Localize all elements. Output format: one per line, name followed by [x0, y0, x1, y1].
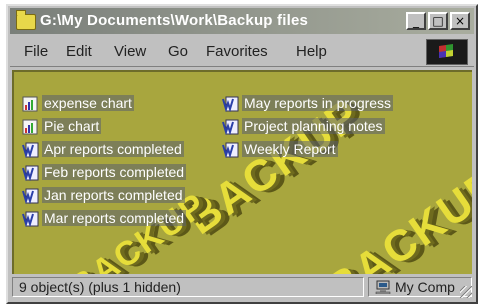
file-name: Apr reports completed — [42, 141, 184, 157]
close-button[interactable]: × — [450, 12, 470, 30]
file-name: Mar reports completed — [42, 210, 187, 226]
menu-bar: File Edit View Go Favorites Help — [10, 36, 474, 67]
maximize-button[interactable]: □ — [428, 12, 448, 30]
explorer-window: G:\My Documents\Work\Backup files _ □ × … — [6, 4, 478, 304]
menu-edit[interactable]: Edit — [66, 43, 92, 60]
word-document-icon — [22, 142, 39, 158]
file-name: Pie chart — [42, 118, 102, 134]
menu-favorites[interactable]: Favorites — [206, 43, 268, 60]
minimize-button[interactable]: _ — [406, 12, 426, 30]
file-name: Jan reports completed — [42, 187, 185, 203]
file-name: Weekly Report — [242, 141, 338, 157]
window-title: G:\My Documents\Work\Backup files — [40, 12, 309, 29]
word-document-icon — [22, 188, 39, 204]
file-name: Feb reports completed — [42, 164, 187, 180]
chart-document-icon — [22, 96, 38, 112]
watermark-text: BACKUP — [317, 159, 472, 278]
status-location: My Comp — [368, 277, 472, 297]
windows-logo-icon — [426, 39, 468, 65]
location-label: My Comp — [395, 279, 455, 295]
chart-document-icon — [22, 119, 38, 135]
word-document-icon — [222, 142, 239, 158]
resize-grip[interactable] — [460, 286, 472, 298]
file-name: May reports in progress — [242, 95, 394, 111]
word-document-icon — [222, 96, 239, 112]
word-document-icon — [222, 119, 239, 135]
menu-help[interactable]: Help — [296, 43, 327, 60]
menu-file[interactable]: File — [24, 43, 48, 60]
file-name: Project planning notes — [242, 118, 385, 134]
menu-go[interactable]: Go — [168, 43, 188, 60]
word-document-icon — [22, 165, 39, 181]
file-view[interactable]: BACKUP BACKUP BACKUP expense chart Pie c… — [12, 70, 472, 278]
status-bar: 9 object(s) (plus 1 hidden) My Comp — [10, 274, 474, 300]
word-document-icon — [22, 211, 39, 227]
folder-icon — [16, 10, 36, 30]
title-bar[interactable]: G:\My Documents\Work\Backup files _ □ × — [10, 8, 474, 34]
computer-icon — [375, 280, 391, 294]
menu-view[interactable]: View — [114, 43, 146, 60]
file-name: expense chart — [42, 95, 134, 111]
status-object-count: 9 object(s) (plus 1 hidden) — [12, 277, 364, 297]
